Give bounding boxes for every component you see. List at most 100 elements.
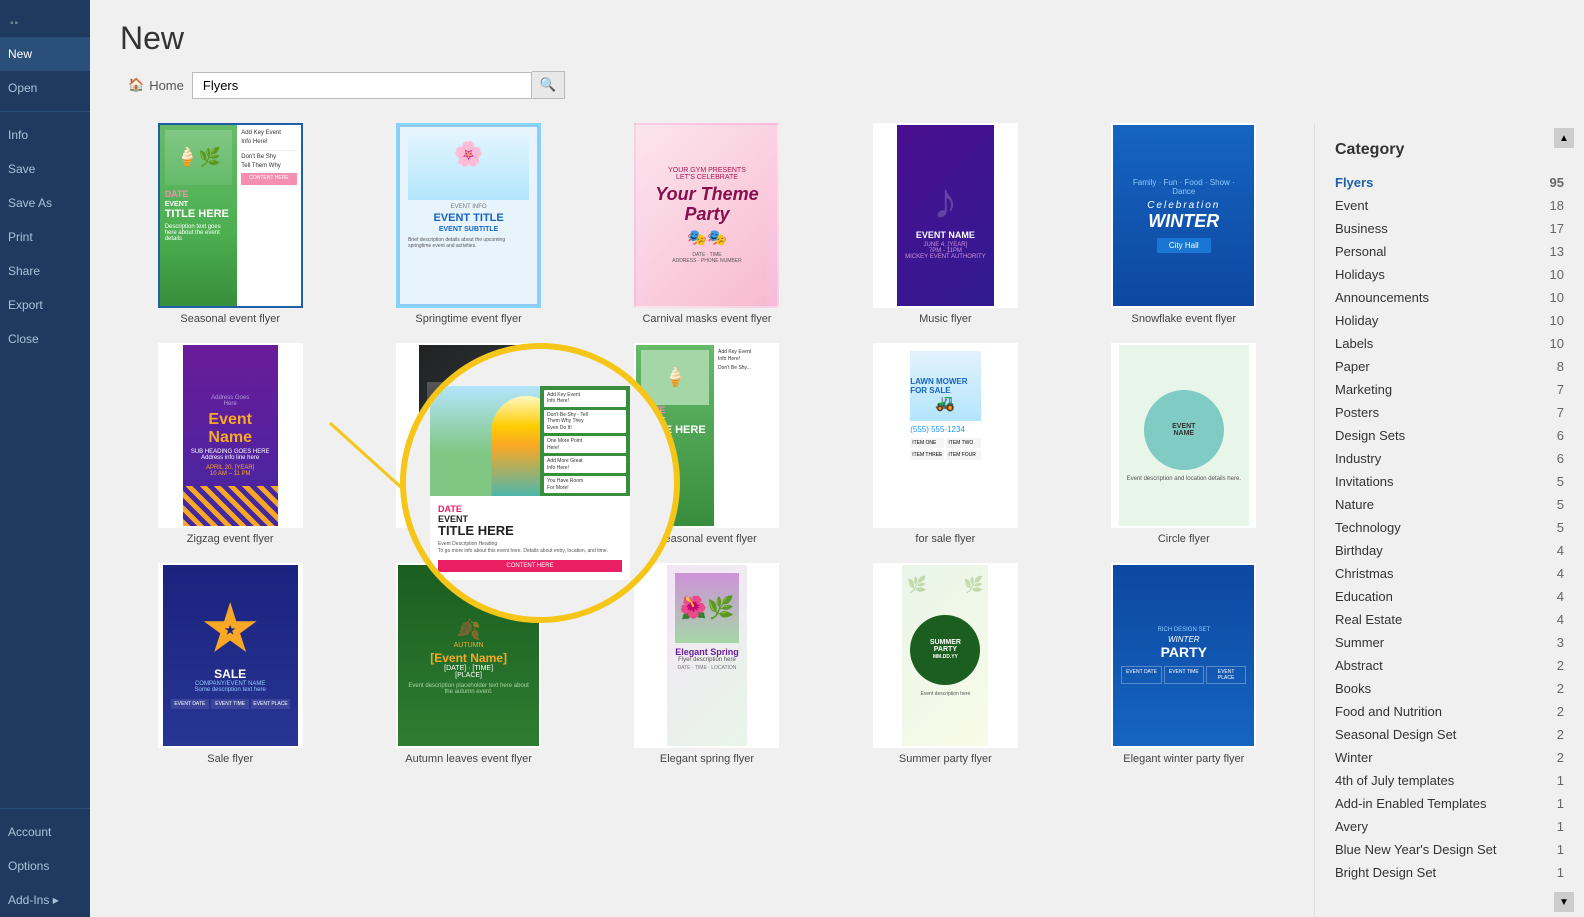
- template-item[interactable]: 🍦🌿 DATE EVENT TITLE HERE Description tex…: [120, 123, 340, 325]
- main-content: New 🏠 Home 🔍: [90, 0, 1584, 917]
- category-count: 2: [1557, 658, 1564, 673]
- category-item-realestate[interactable]: Real Estate 4: [1315, 608, 1584, 631]
- category-count: 5: [1557, 520, 1564, 535]
- template-item[interactable]: EVENTNAME Event description and location…: [1074, 343, 1294, 545]
- category-count: 6: [1557, 428, 1564, 443]
- category-item-designsets[interactable]: Design Sets 6: [1315, 424, 1584, 447]
- category-count: 7: [1557, 382, 1564, 397]
- sidebar-item-new[interactable]: New: [0, 37, 90, 71]
- category-item-foodnutrition[interactable]: Food and Nutrition 2: [1315, 700, 1584, 723]
- template-label: Springtime event flyer: [415, 313, 521, 325]
- search-button[interactable]: 🔍: [532, 71, 566, 99]
- category-label: Marketing: [1335, 382, 1392, 397]
- category-count: 1: [1557, 865, 1564, 880]
- category-count: 2: [1557, 727, 1564, 742]
- category-label: Holidays: [1335, 267, 1385, 282]
- template-item[interactable]: Address GoesHere EventName SUB HEADING G…: [120, 343, 340, 545]
- category-count: 4: [1557, 566, 1564, 581]
- category-item-avery[interactable]: Avery 1: [1315, 815, 1584, 838]
- category-item-education[interactable]: Education 4: [1315, 585, 1584, 608]
- category-item-addin[interactable]: Add-in Enabled Templates 1: [1315, 792, 1584, 815]
- template-thumb-winterparty: RICH DESIGN SET WINTER PARTY EVENT DATE …: [1111, 563, 1256, 748]
- category-item-books[interactable]: Books 2: [1315, 677, 1584, 700]
- scroll-down-button[interactable]: ▼: [1554, 892, 1574, 912]
- category-count: 95: [1550, 175, 1564, 190]
- category-item-christmas[interactable]: Christmas 4: [1315, 562, 1584, 585]
- category-count: 8: [1557, 359, 1564, 374]
- app-logo: ▪▪: [0, 10, 90, 37]
- category-label: Personal: [1335, 244, 1386, 259]
- sidebar-item-open[interactable]: Open: [0, 71, 90, 105]
- template-item-zoomed[interactable]: 🍦 DATE EVENT TITLE HERE Add Key EventInf…: [597, 343, 817, 545]
- category-label: Food and Nutrition: [1335, 704, 1442, 719]
- home-icon: 🏠: [128, 77, 144, 93]
- category-item-summer[interactable]: Summer 3: [1315, 631, 1584, 654]
- sidebar-item-share[interactable]: Share: [0, 254, 90, 288]
- category-item-invitations[interactable]: Invitations 5: [1315, 470, 1584, 493]
- sidebar-item-print[interactable]: Print: [0, 220, 90, 254]
- category-item-posters[interactable]: Posters 7: [1315, 401, 1584, 424]
- category-item-seasonaldesign[interactable]: Seasonal Design Set 2: [1315, 723, 1584, 746]
- category-item-bluenewyear[interactable]: Blue New Year's Design Set 1: [1315, 838, 1584, 861]
- category-count: 2: [1557, 681, 1564, 696]
- category-item-winter[interactable]: Winter 2: [1315, 746, 1584, 769]
- category-label: Labels: [1335, 336, 1373, 351]
- category-label: Seasonal Design Set: [1335, 727, 1456, 742]
- category-item-holiday[interactable]: Holiday 10: [1315, 309, 1584, 332]
- sidebar-item-save[interactable]: Save: [0, 152, 90, 186]
- template-item[interactable]: 🌺🌿 Elegant Spring Flyer description here…: [597, 563, 817, 765]
- category-count: 1: [1557, 796, 1564, 811]
- template-label: Seasonal event flyer: [180, 313, 280, 325]
- header: New 🏠 Home 🔍: [90, 0, 1584, 123]
- scroll-up-button[interactable]: ▲: [1554, 128, 1574, 148]
- template-item[interactable]: 🍂 AUTUMN [Event Name] [DATE] · [TIME][PL…: [358, 563, 578, 765]
- sidebar-item-saveas[interactable]: Save As: [0, 186, 90, 220]
- category-label: Holiday: [1335, 313, 1378, 328]
- sidebar-item-account[interactable]: Account: [0, 815, 90, 849]
- category-item-business[interactable]: Business 17: [1315, 217, 1584, 240]
- sidebar-item-addins[interactable]: Add-Ins ▸: [0, 883, 90, 917]
- category-item-brightdesign[interactable]: Bright Design Set 1: [1315, 861, 1584, 884]
- template-label: Zigzag event flyer: [187, 533, 274, 545]
- template-item[interactable]: ♪ EVENT NAME JUNE 4, [YEAR]7PM - 11PMMIC…: [835, 123, 1055, 325]
- sidebar-item-options[interactable]: Options: [0, 849, 90, 883]
- search-input[interactable]: [192, 72, 532, 99]
- category-item-nature[interactable]: Nature 5: [1315, 493, 1584, 516]
- category-label: Posters: [1335, 405, 1379, 420]
- template-grid: 🍦🌿 DATE EVENT TITLE HERE Description tex…: [90, 123, 1314, 917]
- category-item-industry[interactable]: Industry 6: [1315, 447, 1584, 470]
- category-item-holidays[interactable]: Holidays 10: [1315, 263, 1584, 286]
- sidebar-item-export[interactable]: Export: [0, 288, 90, 322]
- template-item[interactable]: ★ SALE COMPANY/EVENT NAMESome descriptio…: [120, 563, 340, 765]
- category-label: 4th of July templates: [1335, 773, 1454, 788]
- category-count: 10: [1550, 267, 1564, 282]
- template-thumb-springtime: 🌸 EVENT INFO EVENT TITLE EVENT SUBTITLE …: [396, 123, 541, 308]
- template-item[interactable]: 🌿 🌿 SUMMERPARTYMM.DD.YY Event descriptio…: [835, 563, 1055, 765]
- template-item[interactable]: EVENT NAME JUNE 4, [YEAR] · 9 PM – 9 PM …: [358, 343, 578, 545]
- template-item[interactable]: 🌸 EVENT INFO EVENT TITLE EVENT SUBTITLE …: [358, 123, 578, 325]
- category-item-birthday[interactable]: Birthday 4: [1315, 539, 1584, 562]
- category-label: Invitations: [1335, 474, 1394, 489]
- category-item-personal[interactable]: Personal 13: [1315, 240, 1584, 263]
- sidebar-item-info[interactable]: Info: [0, 118, 90, 152]
- template-label: Carnival masks event flyer: [642, 313, 771, 325]
- category-item-event[interactable]: Event 18: [1315, 194, 1584, 217]
- category-item-labels[interactable]: Labels 10: [1315, 332, 1584, 355]
- template-thumb-espring: 🌺🌿 Elegant Spring Flyer description here…: [634, 563, 779, 748]
- template-label: Cultural event flyer: [423, 533, 515, 545]
- home-button[interactable]: 🏠 Home: [120, 73, 192, 97]
- template-item[interactable]: LAWN MOWER FOR SALE 🚜 (555) 555-1234 ITE…: [835, 343, 1055, 545]
- category-label: Technology: [1335, 520, 1401, 535]
- template-item[interactable]: Family · Fun · Food · Show · Dance Celeb…: [1074, 123, 1294, 325]
- category-item-marketing[interactable]: Marketing 7: [1315, 378, 1584, 401]
- category-item-announcements[interactable]: Announcements 10: [1315, 286, 1584, 309]
- template-thumb-autumn: 🍂 AUTUMN [Event Name] [DATE] · [TIME][PL…: [396, 563, 541, 748]
- category-item-4thjuly[interactable]: 4th of July templates 1: [1315, 769, 1584, 792]
- category-item-flyers[interactable]: Flyers 95: [1315, 171, 1584, 194]
- category-item-paper[interactable]: Paper 8: [1315, 355, 1584, 378]
- category-item-technology[interactable]: Technology 5: [1315, 516, 1584, 539]
- template-item[interactable]: RICH DESIGN SET WINTER PARTY EVENT DATE …: [1074, 563, 1294, 765]
- template-item[interactable]: YOUR GYM PRESENTSLET'S CELEBRATE Your Th…: [597, 123, 817, 325]
- category-item-abstract[interactable]: Abstract 2: [1315, 654, 1584, 677]
- sidebar-item-close[interactable]: Close: [0, 322, 90, 356]
